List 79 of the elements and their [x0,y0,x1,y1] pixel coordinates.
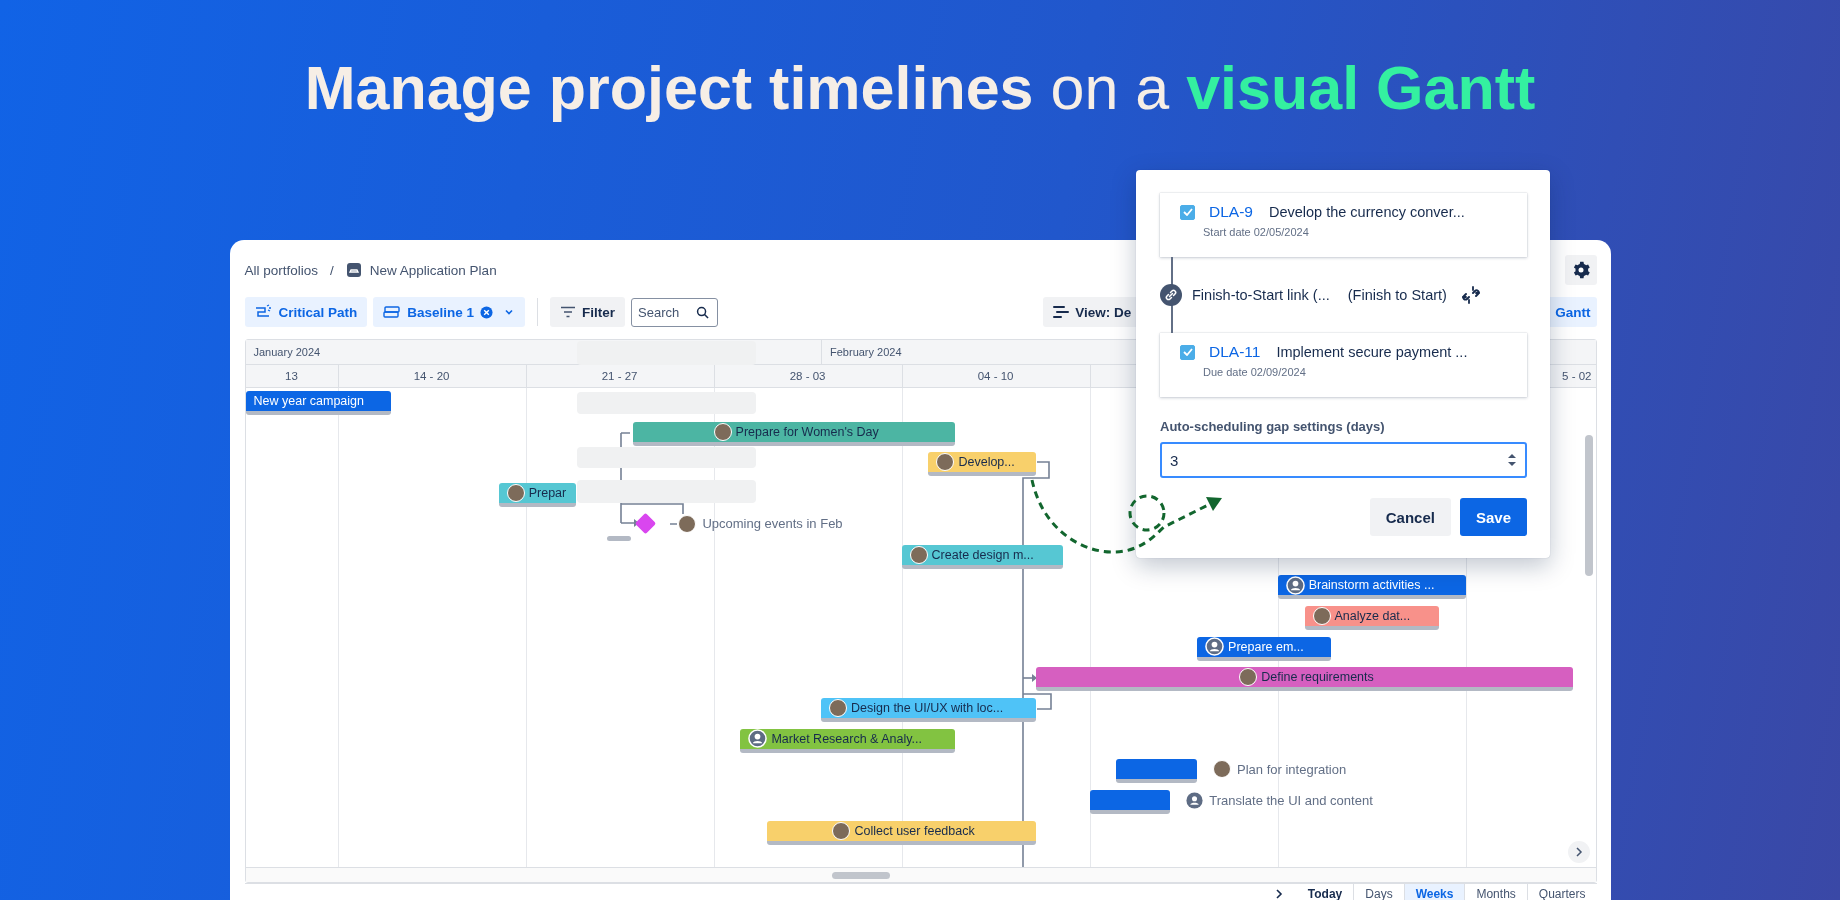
task-bar[interactable]: Market Research & Analy... [740,728,956,753]
issue-checkbox[interactable] [1180,344,1195,360]
issue-checkbox[interactable] [1180,204,1195,220]
week-label: 21 - 27 [600,369,639,384]
plan-icon [345,262,362,278]
clear-icon[interactable] [480,305,494,319]
save-button[interactable]: Save [1459,498,1527,536]
task-bar[interactable] [1116,759,1198,784]
baseline-bar [607,535,632,541]
unlink-button[interactable] [1460,285,1481,305]
task-bar[interactable] [1089,790,1171,815]
issue-key-link[interactable]: DLA-11 [1209,343,1261,361]
chevron-right-icon [1274,889,1283,899]
task-label: Collect user feedback [854,823,975,838]
task-label: Analyze dat... [1334,608,1411,623]
link-name: Finish-to-Start link (... [1192,287,1330,303]
issue-date: Due date 02/09/2024 [1203,366,1307,378]
task-label: Brainstorm activities ... [1308,578,1435,593]
task-label: Prepar [528,486,567,501]
breadcrumb-current[interactable]: New Application Plan [369,262,497,278]
week-label: 04 - 10 [976,369,1015,384]
task-bar[interactable]: Analyze dat... [1304,605,1439,630]
task-label: Develop... [958,455,1015,470]
bars-icon [1053,305,1070,319]
search-field[interactable]: Search [631,297,719,327]
task-label: New year campaign [253,394,364,408]
scroll-right-button[interactable] [1567,841,1590,863]
layers-icon [383,305,402,319]
headline: Manage project timelines on a visual Gantt [303,53,1537,124]
filter-icon [560,306,577,318]
chevron-right-icon [1574,847,1583,857]
task-label: Define requirements [1261,670,1374,685]
broken-link-icon [1460,285,1481,305]
field-label: Auto-scheduling gap settings (days) [1160,419,1386,434]
task-bar[interactable]: Collect user feedback [767,820,1036,845]
task-bar[interactable]: Develop... [928,452,1036,477]
task-bar[interactable]: Brainstorm activities ... [1277,575,1466,600]
task-label: Translate the UI and content [1209,792,1373,808]
checkmark-icon [1182,348,1193,356]
task-bar[interactable]: Prepar [498,483,577,508]
task-bar[interactable]: Define requirements [1035,667,1574,692]
scrollbar-thumb[interactable] [1584,435,1593,576]
task-label: Market Research & Analy... [771,731,922,746]
task-bar[interactable]: New year campaign [245,391,392,415]
task-bar[interactable]: Prepare em... [1197,636,1332,661]
month-label: February 2024 [821,340,902,364]
task-bar[interactable]: Prepare for Women's Day [633,421,956,446]
issue-date: Start date 02/05/2024 [1203,226,1310,238]
breadcrumb-link[interactable]: All portfolios [244,262,319,278]
milestone-label: Upcoming events in Feb [702,516,843,532]
month-label: January 2024 [252,345,321,360]
week-label: 13 [284,369,299,384]
issue-key-link[interactable]: DLA-9 [1209,203,1253,221]
breadcrumb-separator: / [330,262,334,278]
scrollbar-thumb[interactable] [831,872,890,879]
timescale-tab[interactable]: Weeks [1403,884,1465,900]
task-label: Create design m... [931,547,1034,562]
critical-path-button[interactable]: Critical Path [244,297,368,327]
issue-title: Implement secure payment ... [1276,344,1468,360]
task-label: Prepare em... [1228,639,1304,654]
gap-days-input[interactable]: 3 [1160,442,1527,478]
week-label: 5 - 02 [1562,369,1592,384]
checkmark-icon [1182,208,1193,216]
link-type: (Finish to Start) [1347,287,1447,303]
cancel-button[interactable]: Cancel [1369,498,1451,536]
week-label: 14 - 20 [412,369,451,384]
settings-button[interactable] [1564,255,1597,285]
task-label: Prepare for Women's Day [735,424,879,439]
issue-title: Develop the currency conver... [1268,204,1465,220]
task-bar[interactable]: Design the UI/UX with loc... [821,698,1036,722]
task-label: Design the UI/UX with loc... [851,701,1004,715]
link-icon [1160,284,1182,306]
search-icon [696,305,710,319]
task-label: Plan for integration [1237,761,1347,777]
filter-button[interactable]: Filter [550,297,626,327]
baseline-button[interactable]: Baseline 1 [373,297,526,327]
week-label: 28 - 03 [788,369,827,384]
task-bar[interactable]: Create design m... [901,544,1063,569]
path-icon [254,304,273,320]
